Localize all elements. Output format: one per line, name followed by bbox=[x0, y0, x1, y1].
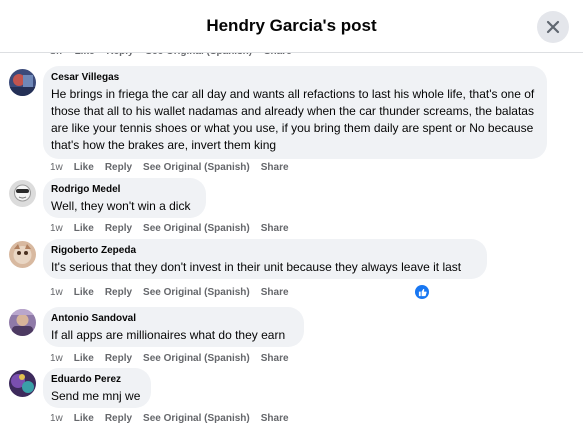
comment-time[interactable]: 1w bbox=[50, 223, 63, 234]
comment-text: He brings in friega the car all day and … bbox=[51, 87, 535, 152]
like-reaction-badge[interactable] bbox=[415, 285, 429, 299]
comment-time[interactable]: 1w bbox=[50, 162, 63, 173]
comment-text: Well, they won't win a dick bbox=[51, 199, 191, 213]
close-button[interactable] bbox=[537, 11, 569, 43]
reply-link[interactable]: Reply bbox=[105, 287, 132, 298]
comment-actions: 1w Like Reply See Original (Spanish) Share bbox=[50, 162, 300, 173]
comment-text: If all apps are millionaires what do the… bbox=[51, 328, 286, 342]
comment-actions: 1w Like Reply See Original (Spanish) Share bbox=[50, 287, 300, 298]
see-original-link[interactable]: See Original (Spanish) bbox=[143, 353, 250, 364]
comment-actions: 1w Like Reply See Original (Spanish) Share bbox=[50, 353, 300, 364]
avatar[interactable] bbox=[9, 370, 36, 397]
comment-bubble: Eduardo Perez Send me mnj we bbox=[43, 368, 151, 408]
comment-bubble: Rodrigo Medel Well, they won't win a dic… bbox=[43, 178, 206, 218]
comment-bubble: Antonio Sandoval If all apps are million… bbox=[43, 307, 304, 347]
reply-link[interactable]: Reply bbox=[105, 353, 132, 364]
avatar[interactable] bbox=[9, 309, 36, 336]
post-title: Hendry Garcia's post bbox=[206, 16, 377, 35]
comment-author[interactable]: Rigoberto Zepeda bbox=[51, 244, 479, 257]
comment-text: It's serious that they don't invest in t… bbox=[51, 260, 462, 274]
comment-actions: 1w Like Reply See Original (Spanish) Share bbox=[50, 413, 300, 424]
share-link[interactable]: Share bbox=[261, 353, 289, 364]
comment-text: Send me mnj we bbox=[51, 389, 141, 403]
share-link[interactable]: Share bbox=[261, 162, 289, 173]
reply-link[interactable]: Reply bbox=[105, 223, 132, 234]
avatar[interactable] bbox=[9, 180, 36, 207]
comment-time[interactable]: 1w bbox=[50, 413, 63, 424]
share-link[interactable]: Share bbox=[261, 287, 289, 298]
comment-bubble: Rigoberto Zepeda It's serious that they … bbox=[43, 239, 487, 279]
comment-bubble: Cesar Villegas He brings in friega the c… bbox=[43, 66, 547, 159]
comment-author[interactable]: Eduardo Perez bbox=[51, 373, 143, 386]
comment-author[interactable]: Rodrigo Medel bbox=[51, 183, 198, 196]
dialog-header: Hendry Garcia's post bbox=[0, 0, 583, 53]
close-icon bbox=[546, 20, 560, 34]
share-link[interactable]: Share bbox=[261, 413, 289, 424]
see-original-link[interactable]: See Original (Spanish) bbox=[143, 287, 250, 298]
like-link[interactable]: Like bbox=[74, 413, 94, 424]
reply-link[interactable]: Reply bbox=[105, 162, 132, 173]
like-link[interactable]: Like bbox=[74, 353, 94, 364]
comment-author[interactable]: Cesar Villegas bbox=[51, 71, 539, 84]
avatar[interactable] bbox=[9, 241, 36, 268]
see-original-link[interactable]: See Original (Spanish) bbox=[143, 162, 250, 173]
share-link[interactable]: Share bbox=[261, 223, 289, 234]
comment-actions: 1w Like Reply See Original (Spanish) Share bbox=[50, 223, 300, 234]
comment-author[interactable]: Antonio Sandoval bbox=[51, 312, 296, 325]
like-link[interactable]: Like bbox=[74, 223, 94, 234]
see-original-link[interactable]: See Original (Spanish) bbox=[143, 223, 250, 234]
like-link[interactable]: Like bbox=[74, 287, 94, 298]
reply-link[interactable]: Reply bbox=[105, 413, 132, 424]
comment-time[interactable]: 1w bbox=[50, 287, 63, 298]
thumbs-up-icon bbox=[418, 288, 427, 296]
comment-time[interactable]: 1w bbox=[50, 353, 63, 364]
avatar[interactable] bbox=[9, 69, 36, 96]
see-original-link[interactable]: See Original (Spanish) bbox=[143, 413, 250, 424]
like-link[interactable]: Like bbox=[74, 162, 94, 173]
